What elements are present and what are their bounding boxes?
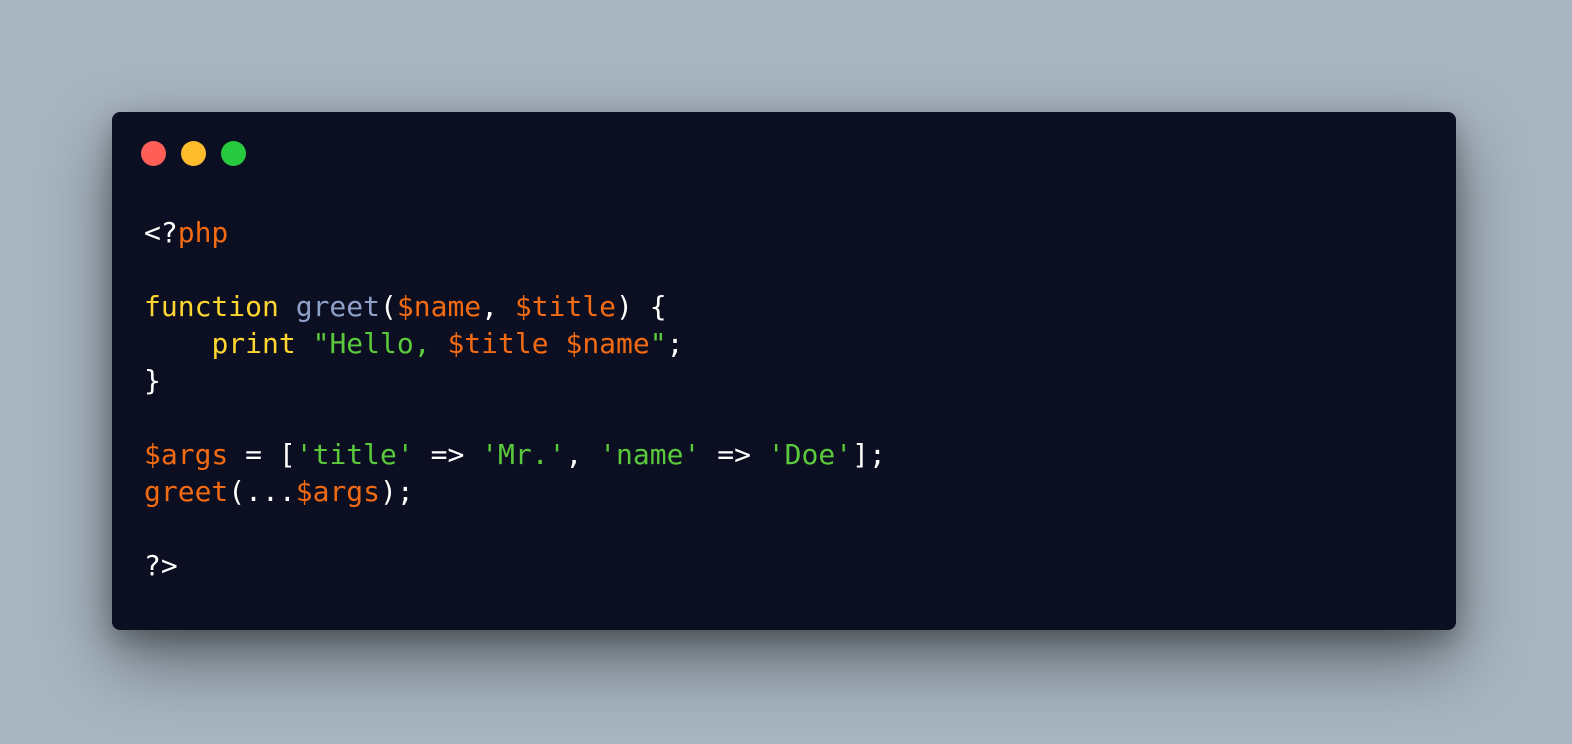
code-token-var: greet [144,475,229,508]
code-token-plain: ?> [144,549,178,582]
code-token-plain: = [ [228,438,296,471]
code-token-plain: , [481,290,515,323]
code-token-plain: (... [228,475,296,508]
minimize-dot[interactable] [181,141,206,166]
code-token-var: $args [144,438,229,471]
window-controls [141,141,246,166]
code-token-keyword: print [211,327,296,360]
code-token-plain: } [144,364,161,397]
code-token-plain: ); [380,475,414,508]
code-token-string: 'title' [295,438,414,471]
code-line: } [144,362,886,399]
code-token-var: $name [565,327,650,360]
code-token-plain: => [700,438,768,471]
code-token-string: "Hello, [312,327,448,360]
code-token-keyword: function [144,290,279,323]
code-token-plain: , [565,438,600,471]
code-token-func: greet [295,290,381,323]
code-token-plain: <? [144,216,178,249]
code-token-string: " [649,327,667,360]
code-token-plain: ]; [852,438,886,471]
code-line: ?> [144,547,886,584]
code-line: greet(...$args); [144,473,886,510]
code-block: <?php function greet($name, $title) { pri… [144,214,886,584]
maximize-dot[interactable] [221,141,246,166]
code-line: print "Hello, $title $name"; [144,325,886,362]
code-token-string: 'Mr.' [481,438,566,471]
code-line: $args = ['title' => 'Mr.', 'name' => 'Do… [144,436,886,473]
code-token-string: 'Doe' [767,438,853,471]
code-token-plain: => [413,438,482,471]
code-line: function greet($name, $title) { [144,288,886,325]
code-token-var: php [177,216,229,249]
code-token-var: $args [295,475,381,508]
code-line: <?php [144,214,886,251]
code-token-var: $title [447,327,549,360]
code-token-var: $title [514,290,617,323]
code-token-plain: ; [666,327,684,360]
code-token-string: 'name' [599,438,701,471]
code-token-plain: ( [380,290,397,323]
code-window: <?php function greet($name, $title) { pri… [112,112,1456,630]
code-token-var: $name [396,290,482,323]
close-dot[interactable] [141,141,166,166]
code-token-plain: ) { [616,290,667,323]
